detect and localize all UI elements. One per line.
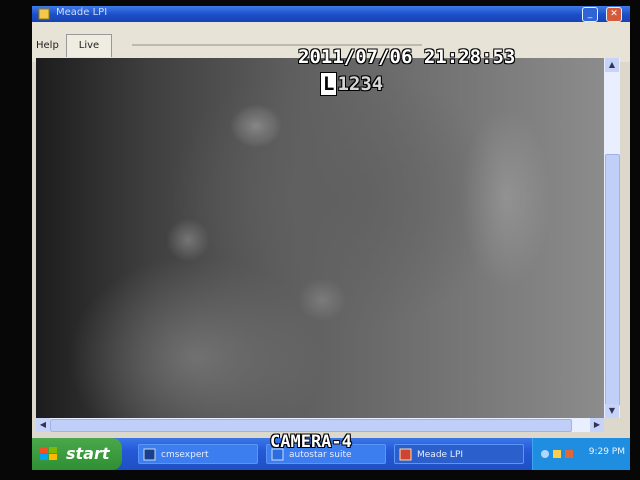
start-label: start [66,444,110,463]
start-button[interactable]: start [32,438,122,470]
horizontal-scrollbar[interactable]: ◀ ▶ [36,418,604,432]
osd-mode-channels: 1234 [337,73,384,95]
osd-datetime: 2011/07/06 21:28:53 [298,46,516,68]
taskbar-item-cmsexpert[interactable]: cmsexpert [138,444,258,464]
arrow-left-icon: ◀ [39,420,47,429]
app-icon [38,8,50,20]
tray-clock: 9:29 PM [588,447,625,457]
windows-logo-icon [40,447,57,460]
osd-camera-label: CAMERA-4 [270,432,352,452]
scroll-up-button[interactable]: ▲ [605,58,619,72]
camera-app-icon [399,448,412,461]
window-title: Meade LPI [56,7,108,18]
window-titlebar[interactable]: Meade LPI _ ✕ [32,6,630,22]
horizontal-scroll-thumb[interactable] [50,419,572,432]
scroll-left-button[interactable]: ◀ [36,418,50,432]
vertical-scroll-thumb[interactable] [605,154,620,406]
system-tray: 9:29 PM [532,438,630,470]
taskbar-item-label: cmsexpert [161,450,209,460]
osd-mode-indicator: L 1234 [320,72,384,96]
menu-help[interactable]: Help [36,40,59,51]
osd-mode-letter: L [320,72,338,96]
tray-icons [541,450,573,458]
arrow-down-icon: ▼ [608,406,616,415]
scroll-down-button[interactable]: ▼ [605,404,619,418]
app-window-icon [143,448,156,461]
arrow-right-icon: ▶ [593,420,601,429]
minimize-button[interactable]: _ [582,7,598,22]
live-video-viewport[interactable] [36,58,604,418]
vertical-scrollbar[interactable]: ▲ ▼ [604,58,620,418]
taskbar-item-meade-lpi[interactable]: Meade LPI [394,444,524,464]
minimize-icon: _ [587,9,593,19]
arrow-up-icon: ▲ [608,60,616,69]
tab-live[interactable]: Live [66,34,112,57]
close-icon: ✕ [610,9,618,19]
taskbar-item-label: Meade LPI [417,450,464,460]
scroll-right-button[interactable]: ▶ [590,418,604,432]
close-button[interactable]: ✕ [606,7,622,22]
